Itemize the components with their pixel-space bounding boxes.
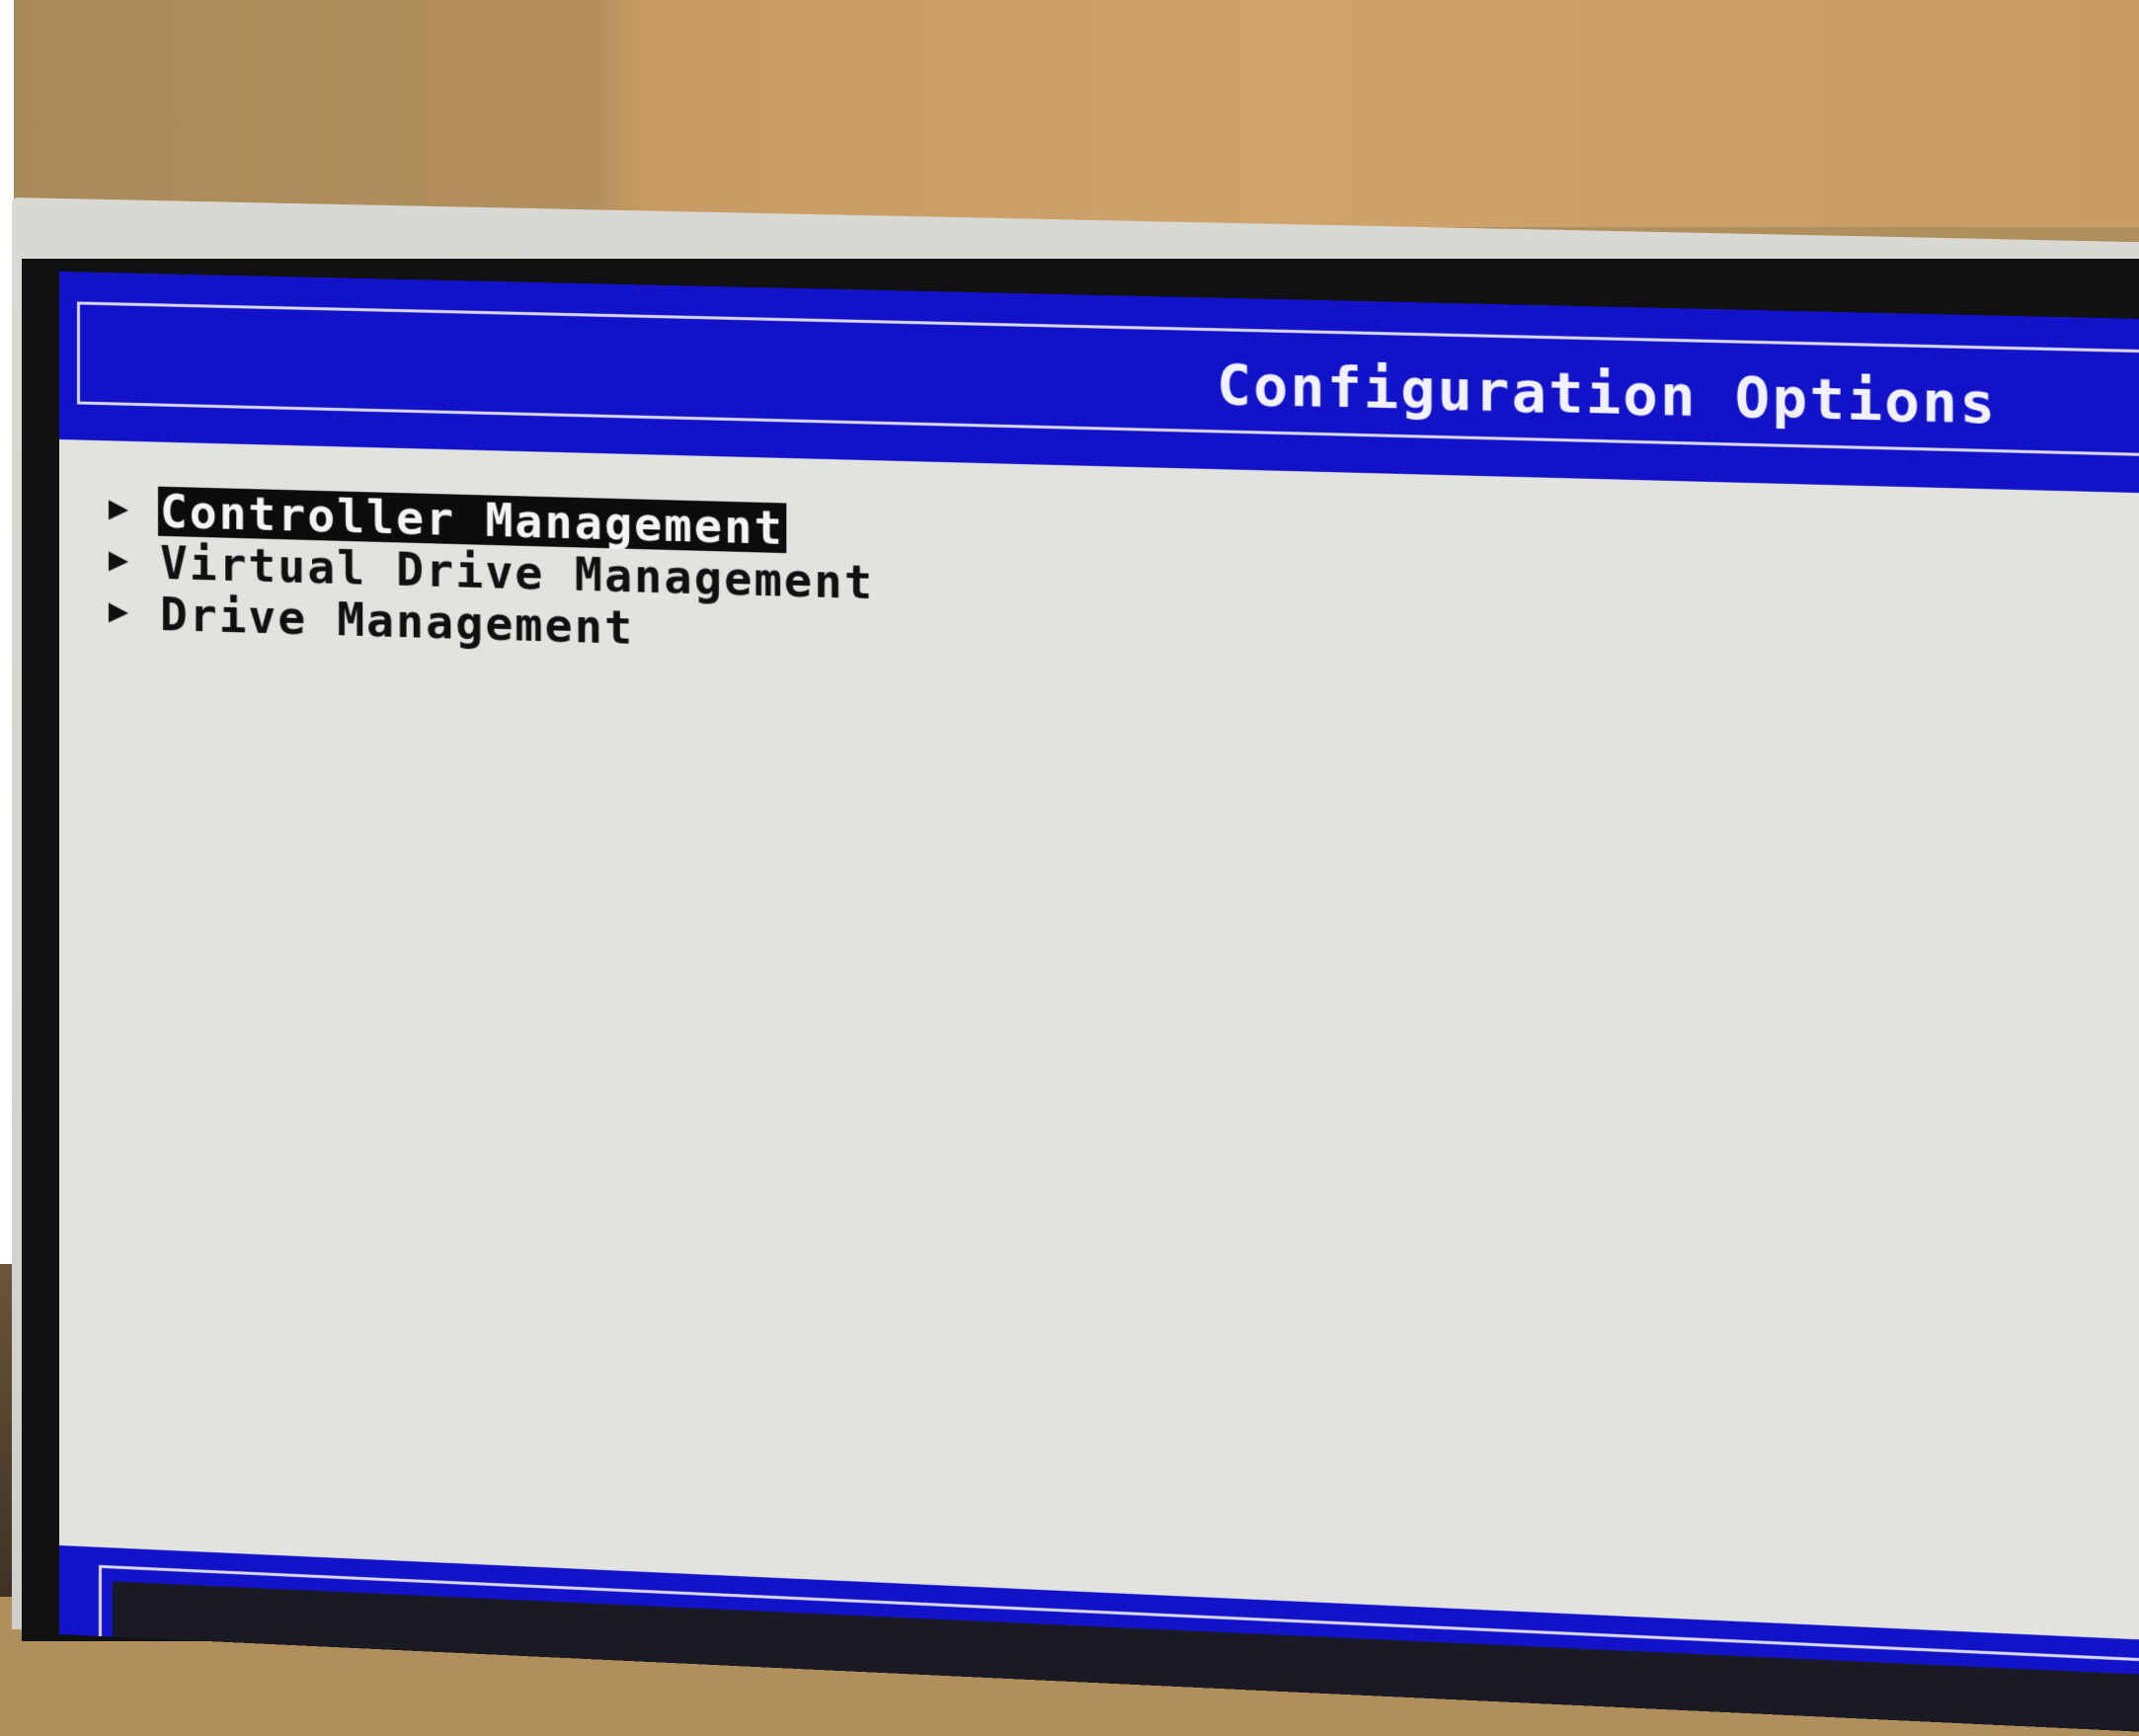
- configuration-menu: Controller Management Virtual Drive Mana…: [107, 485, 876, 662]
- bios-screen: Configuration Options Controller Managem…: [59, 272, 2139, 1736]
- wall-background: [0, 0, 2139, 227]
- triangle-right-icon: [108, 550, 128, 571]
- footer-bar: [59, 1545, 2139, 1736]
- menu-item-label: Drive Management: [160, 587, 635, 656]
- triangle-right-icon: [108, 601, 128, 622]
- triangle-right-icon: [108, 499, 128, 519]
